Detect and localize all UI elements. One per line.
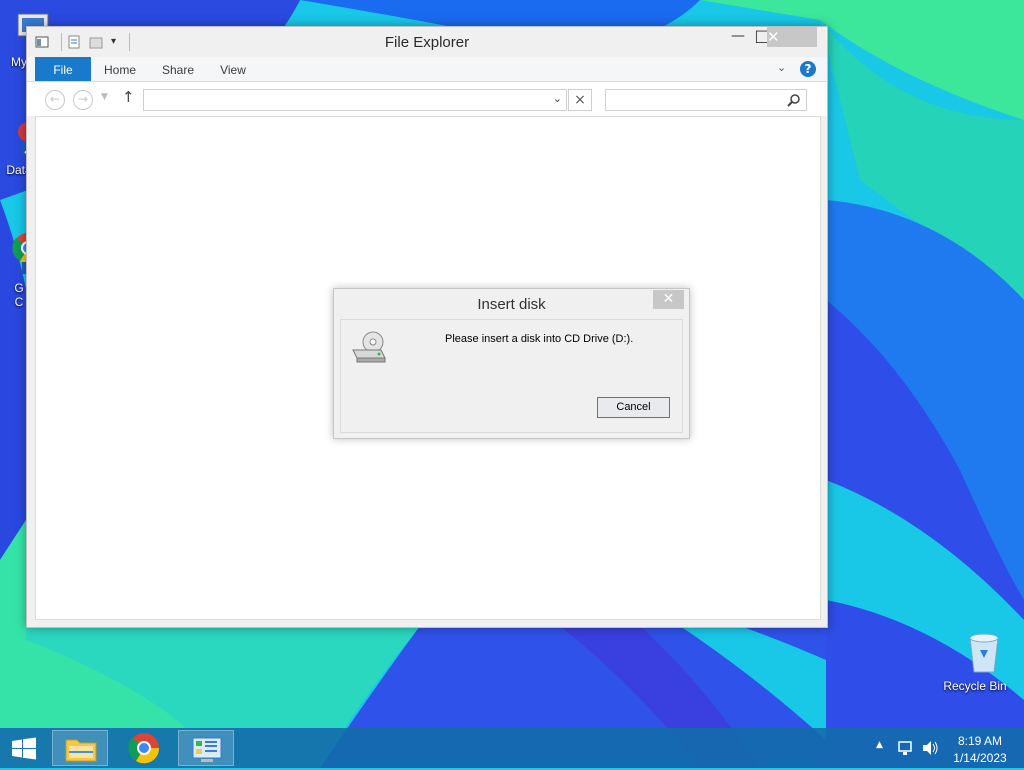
volume-icon[interactable] bbox=[921, 739, 939, 757]
title-bar[interactable]: ▾ File Explorer — □ ✕ bbox=[27, 27, 827, 57]
dialog-close-button[interactable]: ✕ bbox=[653, 290, 684, 309]
chrome-icon bbox=[128, 733, 160, 764]
close-button[interactable]: ✕ bbox=[767, 27, 817, 47]
ribbon-tabs: File Home Share View ⌄ ? bbox=[27, 57, 827, 82]
desktop-icon-recycle-bin[interactable]: Recycle Bin bbox=[938, 630, 1012, 693]
taskbar-control-panel[interactable] bbox=[178, 730, 234, 766]
taskbar-file-explorer[interactable] bbox=[52, 730, 108, 766]
control-panel-icon bbox=[192, 737, 222, 762]
folder-icon bbox=[65, 739, 97, 762]
dialog-body: Please insert a disk into CD Drive (D:).… bbox=[340, 319, 683, 433]
address-bar[interactable]: ⌄ bbox=[143, 89, 567, 111]
tab-file[interactable]: File bbox=[35, 57, 91, 81]
insert-disk-dialog: Insert disk ✕ Please insert a disk into … bbox=[333, 288, 690, 439]
start-button[interactable] bbox=[0, 730, 48, 766]
tab-view[interactable]: View bbox=[211, 57, 255, 81]
back-button[interactable]: ← bbox=[45, 90, 65, 110]
recent-locations-icon[interactable]: ▼ bbox=[101, 92, 108, 102]
windows-logo-icon bbox=[12, 737, 36, 760]
forward-button[interactable]: → bbox=[73, 90, 93, 110]
clock-time[interactable]: 8:19 AM bbox=[952, 734, 1008, 748]
network-icon[interactable] bbox=[897, 739, 915, 757]
dialog-title: Insert disk bbox=[477, 296, 546, 313]
up-arrow-icon[interactable]: ↑ bbox=[122, 88, 135, 106]
show-hidden-icons-icon[interactable]: ▲ bbox=[876, 740, 883, 750]
taskbar: ▲ bbox=[0, 728, 1024, 768]
address-dropdown-icon[interactable]: ⌄ bbox=[553, 92, 562, 105]
window-title: File Explorer bbox=[384, 34, 470, 51]
clock-date[interactable]: 1/14/2023 bbox=[952, 751, 1008, 765]
cd-drive-icon bbox=[352, 331, 386, 363]
search-box[interactable] bbox=[605, 89, 807, 111]
search-icon[interactable] bbox=[787, 93, 801, 107]
tab-home[interactable]: Home bbox=[97, 57, 143, 81]
expand-ribbon-icon[interactable]: ⌄ bbox=[777, 61, 786, 74]
navigation-bar: ← → ▼ ↑ ⌄ × bbox=[27, 82, 827, 116]
dialog-message: Please insert a disk into CD Drive (D:). bbox=[445, 333, 634, 345]
clear-address-button[interactable]: × bbox=[568, 89, 592, 111]
help-icon[interactable]: ? bbox=[800, 61, 816, 77]
recycle-bin-icon bbox=[968, 633, 999, 673]
tab-share[interactable]: Share bbox=[155, 57, 201, 81]
cancel-button[interactable]: Cancel bbox=[597, 397, 670, 418]
desktop-icon-label: Recycle Bin bbox=[943, 679, 1007, 693]
taskbar-chrome[interactable] bbox=[116, 730, 172, 766]
